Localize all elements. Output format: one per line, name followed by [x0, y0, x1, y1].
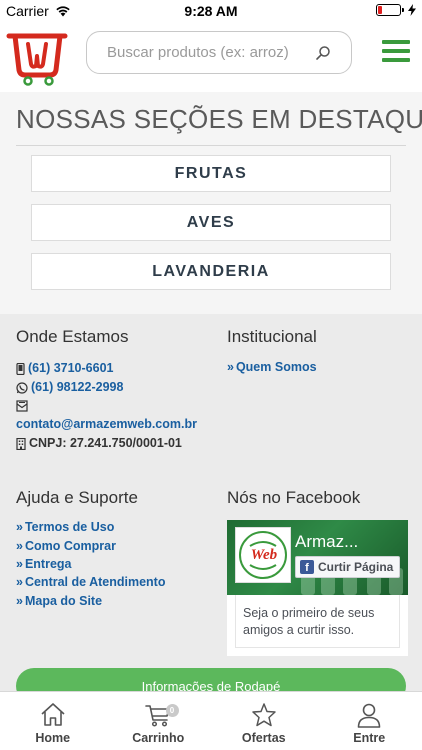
- clock: 9:28 AM: [184, 3, 238, 19]
- tab-label: Carrinho: [132, 731, 185, 745]
- link-quem-somos[interactable]: » Quem Somos: [227, 360, 317, 374]
- email-icon: [16, 400, 28, 412]
- cart-w-logo-icon[interactable]: [6, 30, 68, 86]
- user-icon: [357, 703, 381, 728]
- menu-bar: [382, 40, 410, 44]
- chevron-double-right-icon: »: [16, 575, 23, 589]
- search-box[interactable]: [86, 31, 352, 74]
- hamburger-menu-icon[interactable]: [382, 40, 410, 64]
- facebook-page-widget[interactable]: Web Armaz... f Curtir Página Seja o prime…: [227, 520, 408, 656]
- star-icon: [252, 703, 276, 727]
- chevron-double-right-icon: »: [16, 557, 23, 571]
- chevron-double-right-icon: »: [227, 360, 234, 374]
- link-como-comprar[interactable]: » Como Comprar: [16, 539, 116, 553]
- facebook-cover: Web Armaz... f Curtir Página: [227, 520, 408, 595]
- link-central-de-atendimento[interactable]: » Central de Atendimento: [16, 575, 165, 589]
- chevron-double-right-icon: »: [16, 594, 23, 608]
- search-icon[interactable]: [315, 45, 331, 61]
- whatsapp-link[interactable]: (61) 98122-2998: [16, 380, 123, 394]
- status-bar: Carrier 9:28 AM: [0, 0, 422, 22]
- battery-icon: [376, 4, 404, 16]
- facebook-page-logo: Web: [235, 527, 291, 583]
- charging-icon: [408, 4, 416, 16]
- building-icon: [16, 437, 26, 450]
- facebook-logo-text: Web: [250, 547, 278, 563]
- location-heading: Onde Estamos: [16, 327, 129, 346]
- link-entrega[interactable]: » Entrega: [16, 557, 72, 571]
- tab-label: Ofertas: [241, 731, 286, 745]
- cnpj-info: CNPJ: 27.241.750/0001-01: [16, 436, 182, 450]
- mobile-phone-icon: [16, 362, 25, 375]
- institutional-heading: Institucional: [227, 327, 317, 346]
- menu-bar: [382, 58, 410, 62]
- search-input[interactable]: [107, 44, 317, 61]
- featured-sections: NOSSAS SEÇÕES EM DESTAQUE FRUTAS AVES LA…: [0, 92, 422, 314]
- home-icon: [41, 703, 65, 726]
- chevron-double-right-icon: »: [16, 520, 23, 534]
- battery-indicator: [376, 4, 416, 16]
- chevron-double-right-icon: »: [16, 539, 23, 553]
- link-label: Central de Atendimento: [24, 575, 166, 589]
- link-label: Quem Somos: [235, 360, 317, 374]
- section-button-frutas[interactable]: FRUTAS: [31, 155, 391, 192]
- phone-number: (61) 3710-6601: [28, 361, 114, 375]
- whatsapp-icon: [16, 382, 28, 394]
- facebook-like-button[interactable]: f Curtir Página: [295, 556, 401, 578]
- facebook-page-name[interactable]: Armaz...: [295, 532, 358, 552]
- tab-home[interactable]: Home: [0, 692, 106, 750]
- cart-count-badge: 0: [165, 704, 179, 717]
- tab-cart[interactable]: 0 Carrinho: [106, 692, 212, 750]
- email-link[interactable]: contato@armazemweb.com.br: [16, 417, 197, 431]
- menu-bar: [382, 49, 410, 53]
- tab-label: Home: [35, 731, 71, 745]
- link-label: Termos de Uso: [24, 520, 115, 534]
- sections-title: NOSSAS SEÇÕES EM DESTAQUE: [16, 104, 422, 134]
- section-button-aves[interactable]: AVES: [31, 204, 391, 241]
- tab-label: Entre: [353, 731, 386, 745]
- tab-login[interactable]: Entre: [317, 692, 422, 750]
- help-heading: Ajuda e Suporte: [16, 488, 138, 507]
- facebook-heading: Nós no Facebook: [227, 488, 361, 507]
- link-label: Como Comprar: [24, 539, 116, 553]
- phone-link[interactable]: (61) 3710-6601: [16, 361, 113, 375]
- link-termos-de-uso[interactable]: » Termos de Uso: [16, 520, 114, 534]
- battery-level: [378, 6, 383, 14]
- facebook-icon: f: [300, 560, 314, 574]
- footer: Onde Estamos (61) 3710-6601 (61) 98122-2…: [0, 314, 422, 704]
- link-label: Mapa do Site: [24, 594, 103, 608]
- link-mapa-do-site[interactable]: » Mapa do Site: [16, 594, 102, 608]
- facebook-like-label: Curtir Página: [318, 560, 394, 574]
- cnpj-text: CNPJ: 27.241.750/0001-01: [29, 436, 182, 450]
- link-label: Entrega: [24, 557, 72, 571]
- app-header: [0, 22, 422, 92]
- facebook-friends-text: Seja o primeiro de seus amigos a curtir …: [243, 606, 375, 637]
- section-button-lavanderia[interactable]: LAVANDERIA: [31, 253, 391, 290]
- divider: [16, 145, 406, 146]
- tab-offers[interactable]: Ofertas: [211, 692, 317, 750]
- whatsapp-number: (61) 98122-2998: [31, 380, 124, 394]
- bottom-tab-bar: Home 0 Carrinho Ofertas Entre: [0, 691, 422, 750]
